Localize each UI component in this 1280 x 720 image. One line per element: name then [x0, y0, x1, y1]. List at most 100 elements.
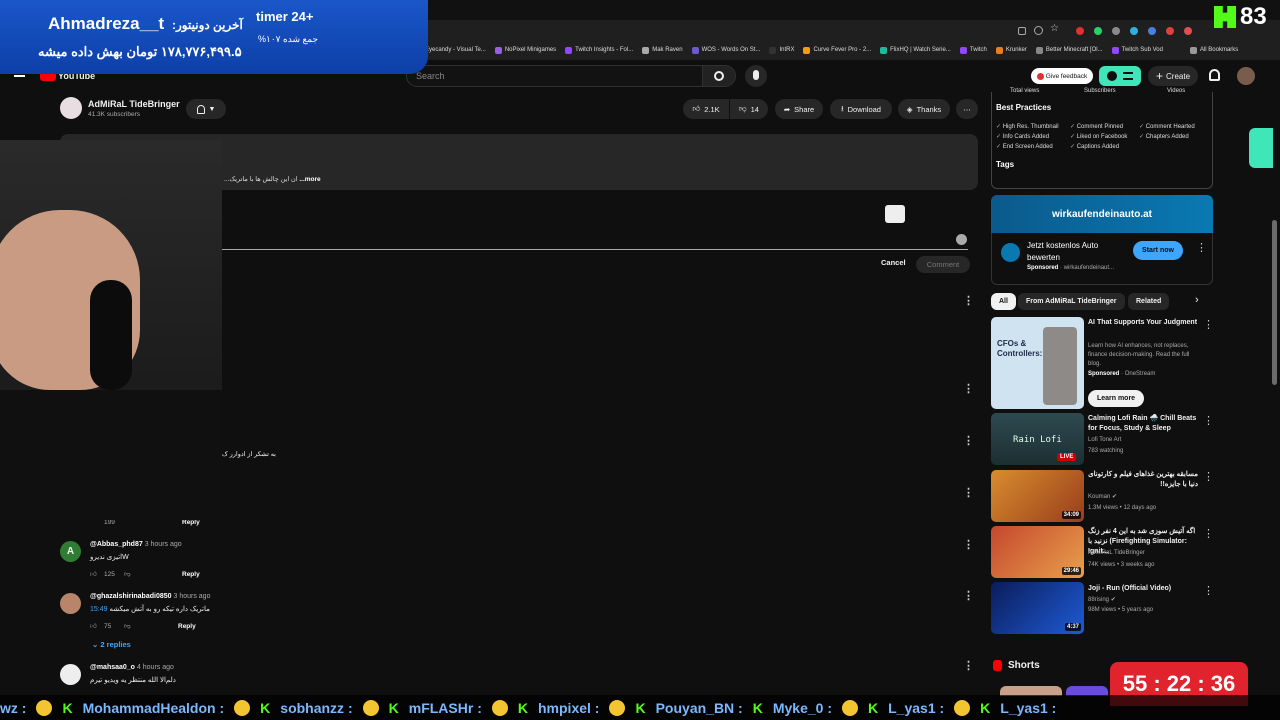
comment-menu-icon[interactable]: ⋮	[963, 540, 974, 551]
create-button[interactable]: + Create	[1148, 66, 1198, 86]
bookmark-item[interactable]: Twitch Sub Vod	[1111, 46, 1163, 54]
thanks-button[interactable]: ◈ Thanks	[898, 99, 950, 119]
chip-from-channel[interactable]: From AdMiRaL TideBringer	[1018, 293, 1125, 310]
share-button[interactable]: ➦ Share	[775, 99, 823, 119]
notification-bell-button[interactable]: ▼	[186, 99, 226, 119]
commenter-avatar[interactable]: A	[60, 541, 81, 562]
comment-submit-button[interactable]: Comment	[916, 256, 970, 273]
extension-icon[interactable]	[1076, 27, 1084, 35]
video-thumbnail[interactable]: CFOs & Controllers:	[991, 317, 1084, 409]
video-menu-icon[interactable]: ⋮	[1203, 318, 1214, 331]
ad-cta-button[interactable]: Start now	[1133, 241, 1183, 260]
comment-menu-icon[interactable]: ⋮	[963, 436, 974, 447]
view-replies-button[interactable]: ⌄ 2 replies	[92, 640, 131, 649]
zoom-icon[interactable]	[1034, 26, 1043, 35]
description-snippet[interactable]: ...ان این چالش ها با ماتریک ...more	[224, 175, 321, 183]
search-input[interactable]: Search	[406, 65, 703, 87]
chip-related[interactable]: Related	[1128, 293, 1170, 310]
dislike-button[interactable]: 👎︎ 14	[730, 99, 768, 119]
bookmark-item[interactable]: Better Minecraft [Ol...	[1035, 46, 1103, 54]
comment-menu-icon[interactable]: ⋮	[963, 296, 974, 307]
ad-card[interactable]: Jetzt kostenlos Auto bewerten Sponsored …	[991, 233, 1213, 285]
video-channel[interactable]: Kouman ✔︎	[1088, 493, 1117, 500]
like-icon[interactable]: 👍︎	[90, 570, 97, 578]
bookmark-item[interactable]: Curve Fever Pro - 2...	[803, 46, 871, 54]
floating-extension-icon[interactable]	[1249, 128, 1273, 168]
channel-name[interactable]: AdMiRaL TideBringer	[88, 99, 180, 109]
chevron-right-icon[interactable]: ›	[1195, 294, 1199, 306]
page-scrollbar[interactable]	[1272, 220, 1277, 385]
more-actions-button[interactable]: ⋯	[956, 99, 978, 119]
reply-button[interactable]: Reply	[182, 571, 200, 578]
comment-menu-icon[interactable]: ⋮	[963, 384, 974, 395]
show-more-link[interactable]: ...more	[299, 176, 320, 183]
notifications-icon[interactable]	[1209, 69, 1220, 81]
video-title[interactable]: AI That Supports Your Judgment	[1088, 318, 1200, 328]
extension-icon[interactable]	[1148, 27, 1156, 35]
bookmark-item[interactable]: Twitch Insights - Fol...	[565, 46, 633, 54]
emoji-icon[interactable]	[885, 205, 905, 223]
extension-icon[interactable]	[1184, 27, 1192, 35]
bookmark-item[interactable]: Twitch	[959, 46, 987, 54]
video-thumbnail[interactable]: 29:46	[991, 526, 1084, 578]
extension-icon[interactable]	[1130, 27, 1138, 35]
dislike-icon[interactable]: 👎︎	[124, 622, 131, 630]
extension-icon[interactable]	[1166, 27, 1174, 35]
bookmark-item[interactable]: Mak Raven	[642, 46, 683, 54]
video-menu-icon[interactable]: ⋮	[1203, 584, 1214, 597]
learn-more-button[interactable]: Learn more	[1088, 390, 1144, 407]
emoji-picker-icon[interactable]	[956, 234, 967, 245]
cancel-button[interactable]: Cancel	[881, 258, 906, 267]
reply-button[interactable]: Reply	[178, 623, 196, 630]
like-button[interactable]: 👍︎ 2.1K	[683, 99, 729, 119]
video-title[interactable]: مسابقه بهترین غذاهای فیلم و کارتونای دنی…	[1088, 470, 1198, 490]
bookmark-item[interactable]: WOS - Words On St...	[691, 46, 760, 54]
comment-author[interactable]: @ghazalshirinabadi0850 3 hours ago	[90, 593, 210, 600]
bookmark-item[interactable]: Krunker	[995, 46, 1027, 54]
video-menu-icon[interactable]: ⋮	[1203, 414, 1214, 427]
extension-icon[interactable]	[1094, 27, 1102, 35]
reply-button[interactable]: Reply	[182, 519, 200, 526]
video-title[interactable]: Joji - Run (Official Video)	[1088, 584, 1200, 594]
comment-menu-icon[interactable]: ⋮	[963, 591, 974, 602]
comment-author[interactable]: @Abbas_phd87 3 hours ago	[90, 541, 182, 548]
like-icon[interactable]: 👍︎	[90, 622, 97, 630]
account-avatar[interactable]	[1237, 67, 1255, 85]
video-menu-icon[interactable]: ⋮	[1203, 527, 1214, 540]
channel-avatar[interactable]	[60, 97, 82, 119]
emote-icon	[609, 699, 626, 716]
video-thumbnail[interactable]: Rain Lofi LIVE	[991, 413, 1084, 465]
extension-icon[interactable]	[1112, 27, 1120, 35]
video-channel[interactable]: 88rising ✔︎	[1088, 596, 1116, 603]
ad-banner[interactable]: wirkaufendeinauto.at	[991, 195, 1213, 233]
download-button[interactable]: ⭳ Download	[830, 99, 892, 119]
extension-button[interactable]	[1099, 66, 1141, 86]
video-title[interactable]: Calming Lofi Rain 🌧️ Chill Beats for Foc…	[1088, 414, 1200, 434]
comment-menu-icon[interactable]: ⋮	[963, 488, 974, 499]
dislike-icon[interactable]: 👎︎	[124, 570, 131, 578]
video-thumbnail[interactable]: 4:37	[991, 582, 1084, 634]
bookmark-item[interactable]: FlixHQ | Watch Serie...	[880, 46, 951, 54]
chip-all[interactable]: All	[991, 293, 1016, 310]
search-button[interactable]	[702, 65, 736, 87]
ad-menu-icon[interactable]: ⋮	[1196, 241, 1207, 254]
bookmark-item[interactable]: IntRX	[769, 46, 794, 54]
comment-input-underline[interactable]	[222, 249, 968, 250]
video-thumbnail[interactable]: 34:09	[991, 470, 1084, 522]
voice-search-button[interactable]	[745, 65, 767, 87]
video-menu-icon[interactable]: ⋮	[1203, 470, 1214, 483]
comment-author[interactable]: @mahsaa0_o 4 hours ago	[90, 664, 174, 671]
bookmark-star-icon[interactable]: ☆	[1050, 23, 1059, 34]
video-channel[interactable]: AdMiRaL TideBringer	[1088, 550, 1145, 556]
give-feedback-button[interactable]: Give feedback	[1031, 68, 1093, 84]
commenter-avatar[interactable]	[60, 664, 81, 685]
ad-sponsored: Sponsored · wirkaufendeinaut...	[1027, 265, 1115, 271]
video-meta: 98M views • 5 years ago	[1088, 607, 1154, 613]
extension-icon[interactable]	[1018, 27, 1026, 35]
video-channel[interactable]: Lofi Tone Art	[1088, 437, 1121, 443]
bookmark-item[interactable]: NoPixel Minigames	[494, 46, 556, 54]
commenter-avatar[interactable]	[60, 593, 81, 614]
comment-menu-icon[interactable]: ⋮	[963, 661, 974, 672]
all-bookmarks[interactable]: All Bookmarks	[1189, 46, 1238, 54]
timestamp-link[interactable]: 15:49	[90, 606, 108, 613]
